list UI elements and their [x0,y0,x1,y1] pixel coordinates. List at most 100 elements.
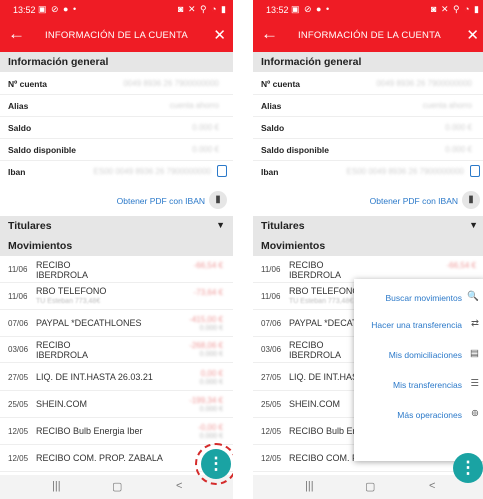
status-system-icons: ◙ ✕ ⚲ ◔ ▮ [178,4,227,14]
movement-date: 12/05 [261,427,282,436]
menu-item-label: Mis domiciliaciones [388,350,462,360]
movement-date: 03/06 [8,345,29,354]
movement-amount: -199,34 € [189,396,223,405]
app-header: ← INFORMACIÓN DE LA CUENTA ✕ [253,20,483,52]
info-label: Saldo disponible [8,145,77,155]
status-notification-icons: ▣ ⊘ ● • [38,4,78,14]
menu-item-4[interactable]: Mis transferencias ☰ [354,370,483,400]
close-icon[interactable]: ✕ [466,26,479,44]
section-informacion-general: Información general [0,52,233,72]
info-row-numero-cuenta: Nº cuenta 0049 8936 26 7900000000 [0,73,233,95]
menu-item-label: Mis transferencias [393,380,462,390]
movement-date: 25/05 [8,400,29,409]
menu-item-5[interactable]: Más operaciones ⊚ [354,400,483,430]
movement-amount: -0,00 € [198,423,223,432]
movement-date: 11/06 [8,292,28,301]
movement-row[interactable]: 12/05 RECIBO Bulb Energia Iber -0,00 €0.00… [0,418,233,445]
info-row-numero-cuenta: Nº cuenta 0049 8936 26 7900000000 [253,73,483,95]
movement-row[interactable]: 27/05 LIQ. DE INT.HASTA 26.03.21 0,00 €0.0… [0,364,233,391]
home-icon[interactable]: ▢ [112,480,122,493]
list-icon: ☰ [470,378,479,389]
movement-balance: 0.000 € [199,433,223,440]
movement-balance: 0.000 € [199,325,223,332]
section-title: Movimientos [8,240,73,252]
menu-item-label: Buscar movimientos [385,293,462,303]
movement-amount: -66,54 € [446,261,476,270]
info-value: cuenta ahorro [422,101,472,110]
actions-menu: Buscar movimientos 🔍 Hacer una transferenc… [354,279,483,461]
home-icon[interactable]: ▢ [365,480,375,493]
info-label: Saldo [8,123,32,133]
back-icon[interactable]: < [429,480,435,492]
movement-description: LIQ. DE INT.HASTA 26.03.21 [36,372,153,382]
movement-date: 11/06 [261,292,281,301]
movement-description: RECIBO IBERDROLA [36,260,89,280]
section-movimientos: Movimientos [0,236,233,256]
info-value: 0.000 € [445,123,472,132]
menu-item-3[interactable]: Mis domiciliaciones ▤ [354,340,483,370]
movement-date: 11/06 [261,265,281,274]
movement-subtext: TU Esteban 773,48€ [289,298,354,305]
movement-description: PAYPAL *DECATHLONES [36,318,142,328]
menu-item-2[interactable]: Hacer una transferencia ⇄ [354,310,483,340]
status-bar: 13:52 ▣ ⊘ ● • ◙ ✕ ⚲ ◔ ▮ [253,0,483,20]
system-nav-bar: ||| ▢ < [0,475,233,499]
copy-icon[interactable] [217,165,227,177]
movement-date: 07/06 [8,319,29,328]
movement-amount: -73,64 € [193,288,223,297]
section-movimientos: Movimientos [253,236,483,256]
movement-row[interactable]: 07/06 PAYPAL *DECATHLONES -415,00 €0.000 € [0,310,233,337]
menu-item-1[interactable]: Buscar movimientos 🔍 [354,283,483,313]
document-icon: ▤ [470,348,479,359]
info-label: Iban [261,167,279,177]
info-value: 0.000 € [445,145,472,154]
document-icon[interactable]: ▮ [209,191,227,209]
info-value: 0.000 € [192,145,219,154]
info-row-iban: Iban ES00 0049 8936 26 7900000000 [0,161,233,182]
movement-row[interactable]: 25/05 SHEIN.COM -199,34 €0.000 € [0,391,233,418]
info-row-saldo-disponible: Saldo disponible 0.000 € [253,139,483,161]
section-titulares[interactable]: Titulares ▼ [0,216,233,236]
movement-description: RECIBO Bulb Energia Iber [36,426,143,436]
phone-screen-left: 13:52 ▣ ⊘ ● • ◙ ✕ ⚲ ◔ ▮ ← INFORMACIÓN DE… [0,0,233,499]
movement-description: RECIBO IBERDROLA [289,260,342,280]
recents-icon[interactable]: ||| [305,480,314,492]
close-icon[interactable]: ✕ [213,26,226,44]
info-value: cuenta ahorro [169,101,219,110]
movement-balance: 0.000 € [199,379,223,386]
info-label: Alias [261,101,282,111]
document-icon[interactable]: ▮ [462,191,480,209]
info-row-iban: Iban ES00 0049 8936 26 7900000000 [253,161,483,182]
status-notification-icons: ▣ ⊘ ● • [291,4,331,14]
section-informacion-general: Información general [253,52,483,72]
pdf-iban-link[interactable]: Obtener PDF con IBAN [370,196,458,206]
info-row-alias: Alias cuenta ahorro [0,95,233,117]
movement-date: 27/05 [8,373,29,382]
info-value: 0049 8936 26 7900000000 [376,79,472,88]
info-row-alias: Alias cuenta ahorro [253,95,483,117]
movement-row[interactable]: 03/06 RECIBO IBERDROLA -268,06 €0.000 € [0,336,233,363]
info-row-saldo-disponible: Saldo disponible 0.000 € [0,139,233,161]
menu-item-label: Más operaciones [397,410,462,420]
more-vertical-icon[interactable]: ⋮ [201,449,231,479]
movement-description: RBO TELEFONO [36,286,107,296]
more-vertical-icon[interactable]: ⋮ [453,453,483,483]
recents-icon[interactable]: ||| [52,480,61,492]
more-circle-icon: ⊚ [471,408,479,419]
movement-row[interactable]: 11/06 RBO TELEFONO TU Esteban 773,48€ -73,6… [0,283,233,310]
copy-icon[interactable] [470,165,480,177]
movement-row[interactable]: 11/06 RECIBO IBERDROLA -66,54 € [0,256,233,283]
status-time: 13:52 [266,5,289,15]
movement-description: SHEIN.COM [36,399,88,409]
status-bar: 13:52 ▣ ⊘ ● • ◙ ✕ ⚲ ◔ ▮ [0,0,233,20]
section-title: Información general [261,56,362,68]
phone-screen-right: 13:52 ▣ ⊘ ● • ◙ ✕ ⚲ ◔ ▮ ← INFORMACIÓN DE… [253,0,483,499]
back-icon[interactable]: < [176,480,182,492]
pdf-iban-link[interactable]: Obtener PDF con IBAN [117,196,205,206]
status-time: 13:52 [13,5,36,15]
status-system-icons: ◙ ✕ ⚲ ◔ ▮ [431,4,480,14]
menu-item-label: Hacer una transferencia [371,320,462,330]
movement-description: RECIBO COM. PROP. ZABALA [36,453,163,463]
section-titulares[interactable]: Titulares ▼ [253,216,483,236]
app-header: ← INFORMACIÓN DE LA CUENTA ✕ [0,20,233,52]
